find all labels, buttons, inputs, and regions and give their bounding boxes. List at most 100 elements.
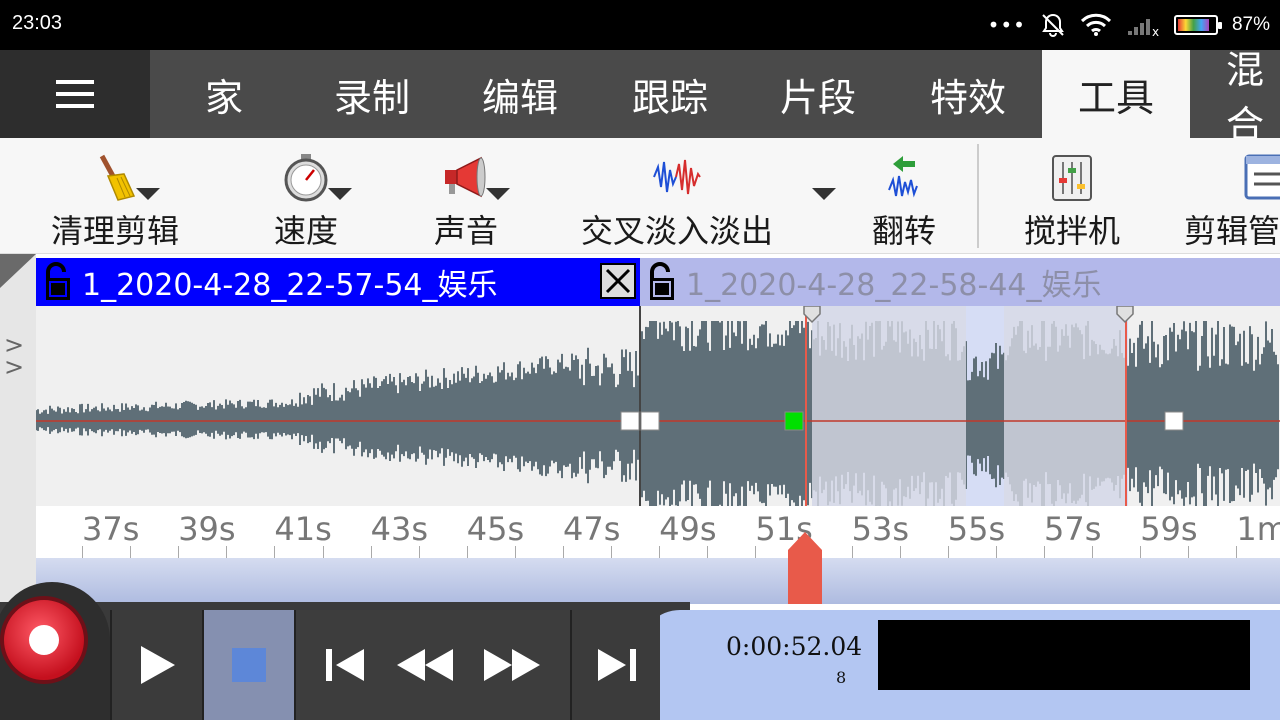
seek-controls	[294, 610, 570, 720]
record-dot-icon	[29, 625, 59, 655]
tab-tools[interactable]: 工具	[1042, 50, 1190, 138]
skip-to-start-icon[interactable]	[324, 647, 368, 683]
ruler-tick	[1092, 546, 1094, 558]
status-bar: 23:03 ••• x 87%	[0, 0, 1280, 50]
playhead-handle-icon[interactable]	[788, 532, 822, 604]
sound-label: 声音	[433, 212, 498, 250]
ruler-label: 47s	[563, 510, 621, 548]
stop-button[interactable]	[202, 610, 294, 720]
envelope-node	[620, 411, 640, 431]
ruler-tick	[899, 546, 901, 558]
stopwatch-icon	[284, 154, 328, 202]
tab-effects[interactable]: 特效	[894, 50, 1042, 138]
clip-header-2[interactable]: 1_2020-4-28_22-58-44_娱乐	[640, 258, 1280, 306]
speed-dropdown-icon	[328, 188, 352, 200]
clip-header-1[interactable]: 1_2020-4-28_22-57-54_娱乐	[36, 258, 640, 306]
broom-icon	[99, 154, 136, 201]
clean-edit-label: 清理剪辑	[50, 212, 179, 250]
ruler-tick	[755, 546, 757, 558]
record-button-housing	[0, 582, 110, 720]
ruler-tick	[1236, 546, 1238, 558]
flip-label: 翻转	[871, 212, 936, 250]
ruler-tick	[1188, 546, 1190, 558]
clip-2-name: 1_2020-4-28_22-58-44_娱乐	[686, 268, 1102, 303]
ruler-label: 1m	[1236, 510, 1280, 548]
crossfade-label: 交叉淡入淡出	[580, 212, 773, 250]
mixer-icon	[1052, 155, 1092, 201]
battery-icon	[1173, 15, 1222, 35]
fast-forward-icon[interactable]	[482, 647, 542, 683]
tab-record[interactable]: 录制	[298, 50, 446, 138]
battery-percent: 87%	[1231, 14, 1270, 35]
ruler-tick	[418, 546, 420, 558]
play-icon	[141, 646, 175, 684]
rewind-icon[interactable]	[395, 647, 455, 683]
ruler-tick	[947, 546, 949, 558]
play-button[interactable]	[110, 610, 202, 720]
sound-button[interactable]: 声音	[416, 138, 516, 254]
current-time: 0:00:52.04	[726, 632, 863, 661]
crossfade-dropdown-icon[interactable]	[812, 188, 836, 200]
close-clip-icon[interactable]	[600, 263, 636, 299]
unlock-icon	[46, 262, 70, 300]
timeline-scrollbar[interactable]	[36, 532, 1280, 604]
tab-edit[interactable]: 编辑	[446, 50, 594, 138]
mixer-label: 搅拌机	[1023, 212, 1120, 250]
ruler-label: 53s	[851, 510, 909, 548]
collapse-triangle-icon[interactable]	[0, 254, 36, 288]
time-display-panel: 0:00:52.04 8	[640, 610, 1280, 720]
clip-manager-icon	[1244, 154, 1280, 200]
flip-button[interactable]: 翻转	[862, 138, 946, 254]
tab-mix[interactable]: 混合	[1192, 50, 1280, 138]
time-sub: 8	[836, 668, 847, 687]
waveform	[36, 306, 1280, 506]
skip-to-end-button[interactable]	[570, 610, 660, 720]
toolbar-divider	[977, 144, 979, 248]
ruler-tick	[1044, 546, 1045, 558]
selection-overlay	[1004, 306, 1126, 506]
record-button[interactable]	[0, 596, 88, 684]
crossfade-button[interactable]: 交叉淡入淡出	[570, 138, 784, 254]
ruler-label: 37s	[82, 510, 140, 548]
expand-chevron-icon[interactable]: > >	[4, 333, 24, 379]
status-time: 23:03	[12, 12, 63, 34]
wifi-icon	[1080, 13, 1112, 36]
clean-edit-button[interactable]: 清理剪辑	[40, 138, 190, 254]
unlock-icon	[650, 262, 674, 300]
level-meter	[878, 620, 1250, 690]
envelope-node	[1164, 411, 1184, 431]
envelope-node	[784, 411, 804, 431]
notifications-off-icon	[1042, 13, 1064, 37]
tab-clip[interactable]: 片段	[744, 50, 892, 138]
sound-dropdown-icon	[486, 188, 510, 200]
tab-track[interactable]: 跟踪	[596, 50, 744, 138]
selection-overlay	[812, 306, 966, 506]
more-dots-icon: •••	[987, 13, 1026, 37]
waveform-area[interactable]	[36, 306, 1280, 506]
ruler-tick	[466, 546, 468, 558]
ruler-tick	[370, 546, 372, 558]
ruler-label: 43s	[370, 510, 428, 548]
ruler-label: 45s	[466, 510, 525, 548]
reverse-icon	[888, 156, 918, 198]
tab-home[interactable]: 家	[150, 50, 298, 138]
clean-edit-dropdown-icon	[136, 188, 160, 200]
tools-toolbar: 清理剪辑 速度 声音 交叉淡入淡出 翻转 搅拌机 剪辑管	[0, 138, 1280, 254]
clip-manager-button[interactable]: 剪辑管理器	[1184, 138, 1280, 254]
mixer-button[interactable]: 搅拌机	[1012, 138, 1132, 254]
ruler-label: 59s	[1140, 510, 1198, 548]
time-ruler[interactable]: 37s 39s 41s 43s 45s 47s 49s 51s 53s 55s 57s 59s 1m	[36, 506, 1280, 558]
ruler-tick	[322, 546, 324, 558]
speed-button[interactable]: 速度	[256, 138, 356, 254]
skip-to-end-icon	[598, 649, 636, 681]
timeline[interactable]: > > 1_2020-4-28_22-57-54_娱乐 1_2020-4-28_2…	[0, 254, 1280, 609]
ruler-tick	[274, 546, 276, 558]
ruler-tick	[514, 546, 516, 558]
megaphone-icon	[445, 156, 486, 198]
ruler-tick	[82, 546, 83, 558]
menu-button[interactable]	[0, 50, 150, 138]
tab-bar: 家 录制 编辑 跟踪 片段 特效 工具 混合	[0, 50, 1280, 138]
ruler-label: 41s	[274, 510, 332, 548]
ruler-tick	[178, 546, 180, 558]
ruler-label: 49s	[659, 510, 717, 548]
